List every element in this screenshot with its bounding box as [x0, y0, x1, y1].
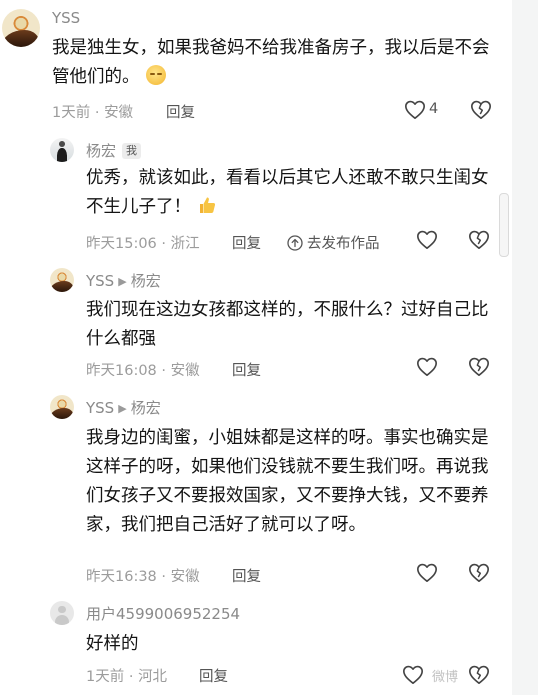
thumbs-up-emoji: [197, 195, 217, 225]
comment-meta: 1天前 · 安徽: [52, 101, 133, 122]
reply-meta: 1天前 · 河北: [86, 665, 167, 686]
user-avatar[interactable]: [50, 395, 74, 419]
reply-location: 河北: [138, 669, 168, 685]
reply-location: 安徽: [170, 363, 200, 379]
user-avatar[interactable]: [50, 138, 74, 162]
broken-heart-icon[interactable]: [470, 99, 492, 120]
comment-text: 我是独生女，如果我爸妈不给我准备房子，我以后是不会管他们的。: [52, 34, 498, 92]
author-badge: 我: [122, 143, 142, 159]
upload-circle-icon: [287, 234, 303, 251]
reply-time: 昨天16:38: [86, 569, 157, 585]
like-count: 4: [429, 101, 439, 117]
heart-icon[interactable]: [402, 664, 424, 685]
reply-text: 我们现在这边女孩都这样的，不服什么？过好自己比什么都强: [86, 300, 489, 349]
reply-text: 我身边的闺蜜，小姐妹都是这样的呀。事实也确实是这样子的呀，如果他们没钱就不要生我…: [86, 428, 489, 535]
publish-work-button[interactable]: 去发布作品: [287, 232, 380, 253]
broken-heart-icon[interactable]: [468, 229, 490, 250]
reply-username: YSS ▶ 杨宏: [86, 397, 161, 418]
heart-icon[interactable]: [404, 99, 426, 120]
reply-button[interactable]: 回复: [232, 565, 261, 586]
default-avatar[interactable]: [50, 601, 74, 625]
heart-icon[interactable]: [416, 229, 438, 250]
right-edge-panel: [512, 0, 538, 695]
reply-target-username[interactable]: 杨宏: [131, 399, 161, 417]
heart-icon[interactable]: [416, 356, 438, 377]
broken-heart-icon[interactable]: [468, 562, 490, 583]
comment-time: 1天前: [52, 105, 91, 121]
meta-separator: ·: [161, 363, 167, 379]
reply-meta: 昨天15:06 · 浙江: [86, 232, 200, 253]
reply-text-body: 优秀，就该如此，看看以后其它人还敢不敢只生闺女不生儿子了！: [86, 168, 489, 217]
reply-button[interactable]: 回复: [199, 665, 228, 686]
reply-meta: 昨天16:08 · 安徽: [86, 359, 200, 380]
scrollbar[interactable]: [499, 193, 509, 257]
comment-location: 安徽: [104, 105, 134, 121]
reply-username-text[interactable]: YSS: [86, 272, 114, 290]
reply-username-text[interactable]: 杨宏: [86, 142, 116, 160]
reply-arrow-icon: ▶: [118, 402, 127, 415]
watermark: 微博: [432, 670, 459, 685]
reply-button[interactable]: 回复: [232, 359, 261, 380]
reply-meta: 昨天16:38 · 安徽: [86, 565, 200, 586]
reply-button[interactable]: 回复: [232, 232, 261, 253]
broken-heart-icon[interactable]: [468, 356, 490, 377]
reply-location: 浙江: [170, 236, 200, 252]
reply-target-username[interactable]: 杨宏: [131, 272, 161, 290]
reply-username-text[interactable]: YSS: [86, 399, 114, 417]
comment-text-body: 我是独生女，如果我爸妈不给我准备房子，我以后是不会管他们的。: [52, 38, 490, 87]
reply-time: 昨天16:08: [86, 363, 157, 379]
reply-username[interactable]: 用户4599006952254: [86, 603, 240, 624]
reply-button[interactable]: 回复: [166, 101, 195, 122]
reply-username: 杨宏我: [86, 140, 142, 161]
reply-text: 好样的: [86, 634, 139, 654]
reply-text: 优秀，就该如此，看看以后其它人还敢不敢只生闺女不生儿子了！: [86, 164, 496, 225]
meta-separator: ·: [128, 669, 134, 685]
publish-work-label: 去发布作品: [307, 236, 380, 252]
reply-username: YSS ▶ 杨宏: [86, 270, 161, 291]
user-avatar[interactable]: [50, 268, 74, 292]
reply-time: 1天前: [86, 669, 125, 685]
reply-arrow-icon: ▶: [118, 275, 127, 288]
thinking-face-emoji: [145, 65, 166, 85]
meta-separator: ·: [94, 105, 100, 121]
reply-time: 昨天15:06: [86, 236, 157, 252]
user-avatar[interactable]: [2, 9, 40, 47]
reply-location: 安徽: [170, 569, 200, 585]
heart-icon[interactable]: [416, 562, 438, 583]
meta-separator: ·: [161, 569, 167, 585]
comment-username[interactable]: YSS: [52, 9, 80, 27]
meta-separator: ·: [161, 236, 167, 252]
broken-heart-icon[interactable]: [468, 664, 490, 685]
